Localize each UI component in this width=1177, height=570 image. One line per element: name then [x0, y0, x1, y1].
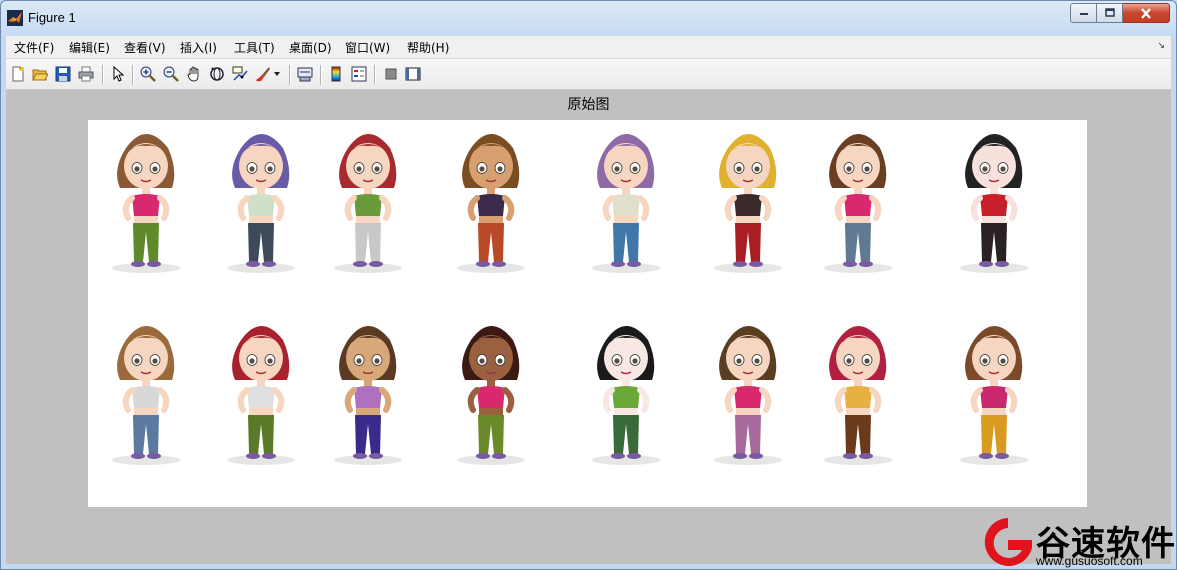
brush-icon — [256, 67, 270, 82]
show-plot-tools-button[interactable] — [403, 64, 423, 84]
character-figure — [112, 326, 180, 465]
character-figure — [824, 134, 892, 273]
character-figure — [714, 134, 782, 273]
figure-canvas: 原始图 — [6, 90, 1171, 564]
maximize-button[interactable] — [1097, 3, 1123, 23]
menu-help[interactable]: 帮助(H) — [407, 39, 449, 56]
character-figure — [824, 326, 892, 465]
data-cursor-button[interactable] — [230, 64, 250, 84]
character-figure — [714, 326, 782, 465]
minimize-button[interactable] — [1070, 3, 1097, 23]
character-figure — [960, 326, 1028, 465]
edit-plot-button[interactable] — [108, 64, 128, 84]
save-button[interactable] — [53, 64, 73, 84]
print-button[interactable] — [76, 64, 96, 84]
menu-tools[interactable]: 工具(T) — [234, 39, 275, 56]
menu-desktop[interactable]: 桌面(D) — [289, 39, 332, 56]
matlab-logo-icon — [7, 10, 23, 26]
pan-button[interactable] — [184, 64, 204, 84]
hide-plot-tools-button[interactable] — [381, 64, 401, 84]
hide-plot-tools-icon — [385, 68, 397, 80]
close-icon — [1141, 7, 1151, 19]
character-figure — [457, 134, 525, 273]
colorbar-button[interactable] — [326, 64, 346, 84]
toolbar-separator — [289, 65, 291, 85]
toolbar-separator — [374, 65, 376, 85]
maximize-icon — [1104, 8, 1115, 17]
legend-icon — [351, 66, 367, 82]
legend-button[interactable] — [349, 64, 369, 84]
brush-dropdown[interactable] — [271, 64, 283, 84]
open-file-button[interactable] — [30, 64, 50, 84]
character-figure — [334, 326, 402, 465]
menu-window[interactable]: 窗口(W) — [345, 39, 390, 56]
zoom-out-button[interactable] — [161, 64, 181, 84]
chevron-down-icon — [274, 72, 280, 76]
character-figure — [112, 134, 180, 273]
brush-button[interactable] — [253, 64, 273, 84]
open-file-icon — [32, 69, 48, 81]
window-title: Figure 1 — [28, 10, 76, 25]
edit-plot-arrow-icon — [113, 66, 125, 82]
menu-dock-arrow-icon[interactable]: ↘ — [1157, 41, 1165, 51]
figure-toolbar — [6, 59, 1171, 90]
toolbar-separator — [320, 65, 322, 85]
menu-insert[interactable]: 插入(I) — [180, 39, 217, 56]
window-controls — [1070, 3, 1170, 23]
rotate-3d-button[interactable] — [207, 64, 227, 84]
pan-hand-icon — [187, 66, 199, 82]
toolbar-separator — [132, 65, 134, 85]
rotate-3d-icon — [210, 67, 224, 81]
zoom-in-icon — [140, 66, 156, 82]
character-figure — [227, 326, 295, 465]
menu-view[interactable]: 查看(V) — [124, 39, 166, 56]
character-figure — [334, 134, 402, 273]
watermark-logo-icon — [984, 518, 1032, 566]
zoom-out-icon — [163, 66, 179, 82]
minimize-icon — [1079, 13, 1088, 15]
colorbar-icon — [331, 66, 341, 82]
show-plot-tools-icon — [405, 67, 421, 81]
link-plot-button[interactable] — [295, 64, 315, 84]
print-icon — [78, 66, 94, 82]
toolbar-separator — [102, 65, 104, 85]
new-figure-icon — [12, 66, 24, 82]
menu-file[interactable]: 文件(F) — [14, 39, 54, 56]
character-figure — [960, 134, 1028, 273]
save-icon — [55, 66, 71, 82]
watermark-url: www.gusuosoft.com — [1036, 554, 1143, 568]
title-bar[interactable]: Figure 1 — [1, 1, 1176, 33]
image-axes — [88, 120, 1087, 507]
menu-edit[interactable]: 编辑(E) — [69, 39, 110, 56]
figure-window: Figure 1 文件(F) 编辑(E) 查看(V) 插入(I) 工具(T) 桌… — [0, 0, 1177, 570]
watermark: 谷速软件 www.gusuosoft.com — [978, 514, 1177, 570]
data-cursor-icon — [232, 66, 248, 81]
zoom-in-button[interactable] — [138, 64, 158, 84]
close-button[interactable] — [1123, 3, 1170, 23]
character-figure — [592, 134, 660, 273]
character-figure — [592, 326, 660, 465]
menu-bar: 文件(F) 编辑(E) 查看(V) 插入(I) 工具(T) 桌面(D) 窗口(W… — [6, 36, 1171, 59]
new-figure-button[interactable] — [8, 64, 28, 84]
character-figure — [457, 326, 525, 465]
character-figure — [227, 134, 295, 273]
link-plot-icon — [297, 67, 313, 82]
figure-title: 原始图 — [567, 97, 610, 113]
